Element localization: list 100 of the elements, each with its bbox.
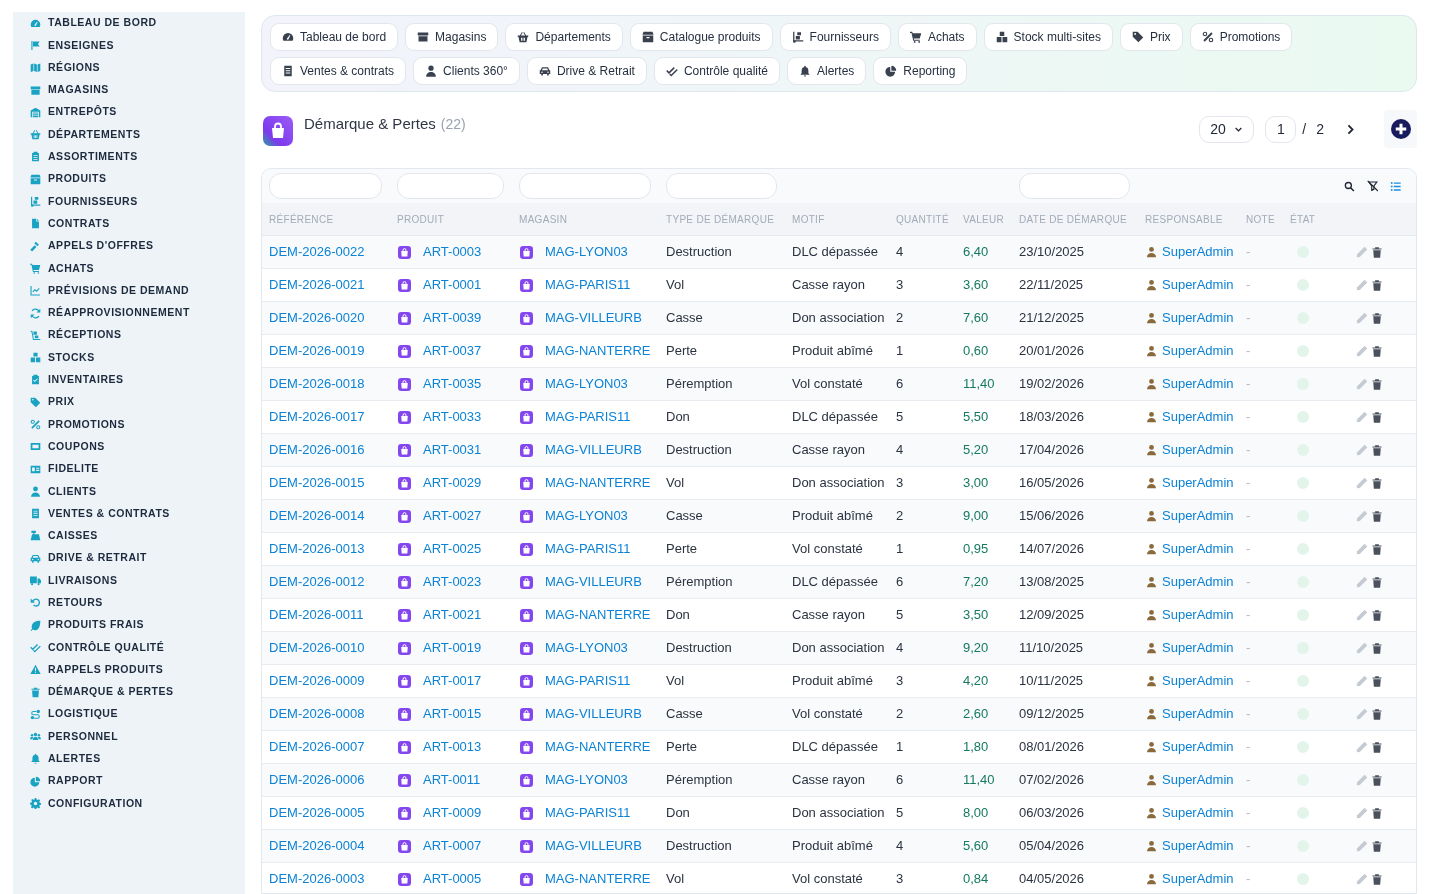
sidebar-item[interactable]: INVENTAIRES [13,368,245,392]
sidebar-item[interactable]: CAISSES [13,524,245,548]
product-link[interactable]: ART-0019 [423,638,482,658]
product-link[interactable]: ART-0017 [423,671,482,691]
trash-icon[interactable] [1371,707,1383,721]
trash-icon[interactable] [1371,311,1383,325]
store-link[interactable]: MAG-PARIS11 [545,539,631,559]
sidebar-item[interactable]: PRÉVISIONS DE DEMAND [13,279,245,302]
user-link[interactable]: SuperAdmin [1162,242,1234,262]
trash-icon[interactable] [1371,839,1383,853]
user-link[interactable]: SuperAdmin [1162,572,1234,592]
product-link[interactable]: ART-0009 [423,803,482,823]
product-link[interactable]: ART-0027 [423,506,482,526]
product-link[interactable]: ART-0039 [423,308,482,328]
reference-link[interactable]: DEM-2026-0019 [269,341,365,361]
reference-link[interactable]: DEM-2026-0008 [269,704,365,724]
trash-icon[interactable] [1371,608,1383,622]
user-link[interactable]: SuperAdmin [1162,374,1234,394]
user-link[interactable]: SuperAdmin [1162,440,1234,460]
trash-icon[interactable] [1371,509,1383,523]
reference-link[interactable]: DEM-2026-0020 [269,308,365,328]
sidebar-item[interactable]: RAPPORT [13,770,245,793]
user-link[interactable]: SuperAdmin [1162,869,1234,889]
sidebar-item[interactable]: STOCKS [13,346,245,369]
product-link[interactable]: ART-0037 [423,341,482,361]
sidebar-item[interactable]: ENTREPÔTS [13,101,245,124]
product-link[interactable]: ART-0035 [423,374,482,394]
store-link[interactable]: MAG-VILLEURB [545,704,642,724]
sidebar-item[interactable]: RAPPELS PRODUITS [13,658,245,681]
reference-link[interactable]: DEM-2026-0006 [269,770,365,790]
trash-icon[interactable] [1371,674,1383,688]
trash-icon[interactable] [1371,542,1383,556]
nav-tab[interactable]: Drive & Retrait [526,57,647,85]
product-link[interactable]: ART-0007 [423,836,482,856]
filter-field[interactable] [666,173,777,199]
user-link[interactable]: SuperAdmin [1162,308,1234,328]
store-link[interactable]: MAG-NANTERRE [545,341,651,361]
sidebar-item[interactable]: LOGISTIQUE [13,703,245,726]
trash-icon[interactable] [1371,443,1383,457]
nav-tab[interactable]: Achats [897,23,977,51]
sidebar-item[interactable]: DRIVE & RETRAIT [13,547,245,570]
sidebar-item[interactable]: ASSORTIMENTS [13,145,245,169]
add-button[interactable] [1384,110,1417,148]
sidebar-item[interactable]: ENSEIGNES [13,34,245,57]
filter-field[interactable] [269,173,382,199]
store-link[interactable]: MAG-PARIS11 [545,275,631,295]
trash-icon[interactable] [1371,641,1383,655]
product-link[interactable]: ART-0023 [423,572,482,592]
filter-field[interactable] [519,173,651,199]
store-link[interactable]: MAG-LYON03 [545,374,628,394]
sidebar-item[interactable]: PERSONNEL [13,725,245,748]
reference-link[interactable]: DEM-2026-0003 [269,869,365,889]
product-link[interactable]: ART-0033 [423,407,482,427]
trash-icon[interactable] [1371,410,1383,424]
filter-field[interactable] [397,173,504,199]
user-link[interactable]: SuperAdmin [1162,605,1234,625]
nav-tab[interactable]: Contrôle qualité [653,57,780,85]
sidebar-item[interactable]: PRIX [13,391,245,414]
user-link[interactable]: SuperAdmin [1162,836,1234,856]
trash-icon[interactable] [1371,377,1383,391]
sidebar-item[interactable]: ACHATS [13,257,245,280]
reference-link[interactable]: DEM-2026-0011 [269,605,364,625]
page-input[interactable]: 1 [1265,115,1297,143]
reference-link[interactable]: DEM-2026-0004 [269,836,365,856]
store-link[interactable]: MAG-PARIS11 [545,671,631,691]
trash-icon[interactable] [1371,476,1383,490]
sidebar-item[interactable]: CONTRÔLE QUALITÉ [13,636,245,659]
reference-link[interactable]: DEM-2026-0013 [269,539,365,559]
sidebar-item[interactable]: LIVRAISONS [13,569,245,592]
user-link[interactable]: SuperAdmin [1162,671,1234,691]
reference-link[interactable]: DEM-2026-0014 [269,506,365,526]
nav-tab[interactable]: Prix [1119,23,1183,51]
reference-link[interactable]: DEM-2026-0015 [269,473,365,493]
reference-link[interactable]: DEM-2026-0007 [269,737,365,757]
user-link[interactable]: SuperAdmin [1162,539,1234,559]
sidebar-item[interactable]: RÉGIONS [13,56,245,79]
sidebar-item[interactable]: RÉAPPROVISIONNEMENT [13,301,245,325]
nav-tab[interactable]: Reporting [873,57,968,85]
sidebar-item[interactable]: DÉPARTEMENTS [13,123,245,146]
sidebar-item[interactable]: PRODUITS [13,168,245,191]
product-link[interactable]: ART-0015 [423,704,482,724]
store-link[interactable]: MAG-NANTERRE [545,473,651,493]
sidebar-item[interactable]: ALERTES [13,747,245,771]
nav-tab[interactable]: Alertes [787,57,867,85]
list-view-icon[interactable] [1390,180,1402,192]
sidebar-item[interactable]: PRODUITS FRAIS [13,614,245,637]
sidebar-item[interactable]: VENTES & CONTRATS [13,502,245,525]
sidebar-item[interactable]: CLIENTS [13,480,245,503]
sidebar-item[interactable]: MAGASINS [13,78,245,102]
product-link[interactable]: ART-0025 [423,539,482,559]
crossed-filter-icon[interactable] [1366,180,1379,192]
product-link[interactable]: ART-0001 [423,275,482,295]
trash-icon[interactable] [1371,245,1383,259]
store-link[interactable]: MAG-VILLEURB [545,572,642,592]
store-link[interactable]: MAG-PARIS11 [545,803,631,823]
sidebar-item[interactable]: FIDELITE [13,457,245,481]
reference-link[interactable]: DEM-2026-0016 [269,440,365,460]
user-link[interactable]: SuperAdmin [1162,638,1234,658]
store-link[interactable]: MAG-LYON03 [545,770,628,790]
nav-tab[interactable]: Catalogue produits [629,23,773,51]
